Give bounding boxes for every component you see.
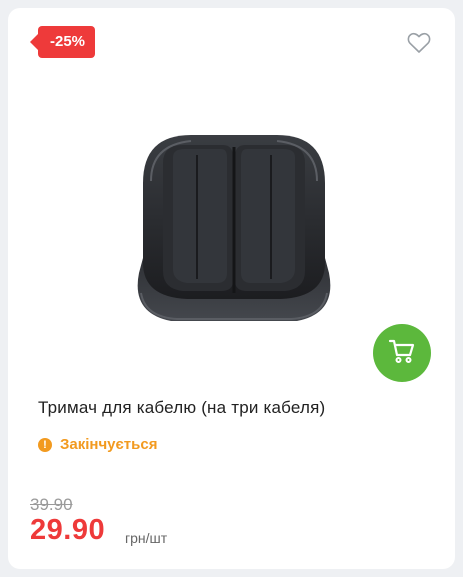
product-title[interactable]: Тримач для кабелю (на три кабеля)	[38, 398, 438, 418]
shopping-cart-icon	[388, 338, 416, 369]
stock-status: ! Закінчується	[38, 436, 157, 453]
current-price: 29.90	[30, 514, 106, 546]
product-card[interactable]: -25% Тримач для кабелю (на три кабеля) !…	[8, 8, 455, 569]
exclamation-circle-icon: !	[38, 437, 52, 452]
discount-badge: -25%	[29, 26, 96, 58]
price-unit: грн/шт	[125, 530, 168, 546]
old-price: 39.90	[30, 495, 73, 514]
add-to-cart-button[interactable]	[373, 324, 431, 382]
product-image[interactable]	[121, 123, 347, 341]
stock-status-label: Закінчується	[60, 436, 158, 453]
favorite-heart-icon[interactable]	[407, 32, 431, 54]
